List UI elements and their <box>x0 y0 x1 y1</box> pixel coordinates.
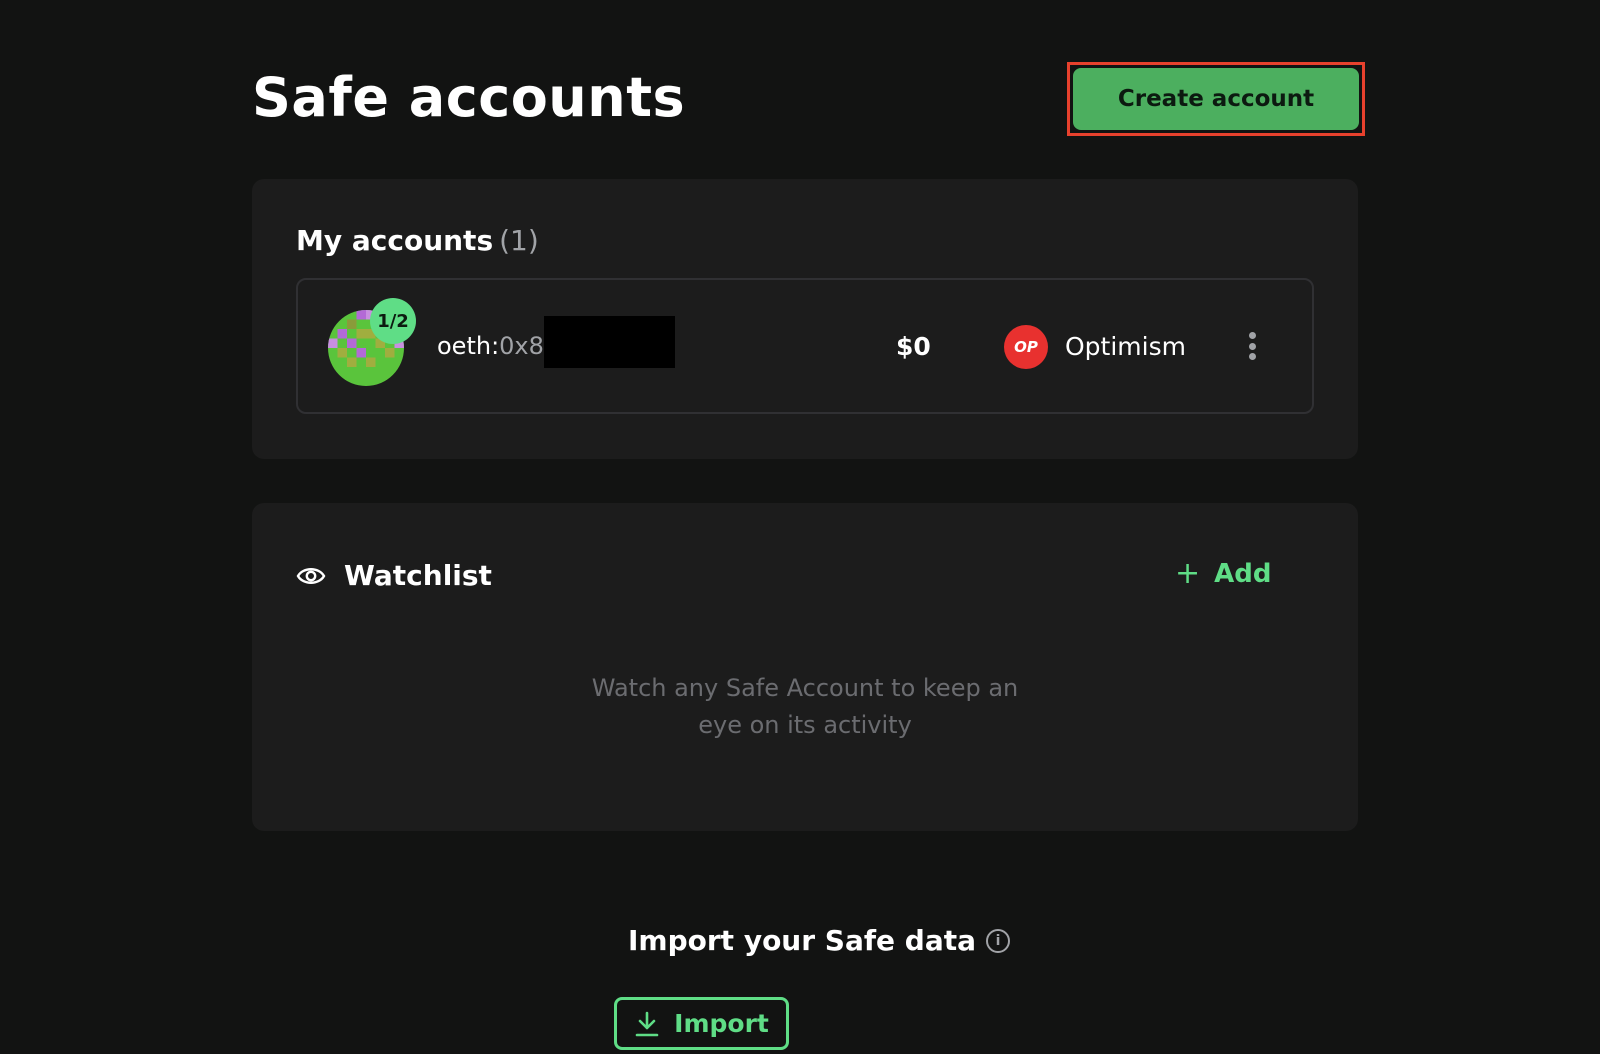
my-accounts-panel: My accounts (1) 1/2 oeth:0x8 $0 OP Optim… <box>252 179 1358 459</box>
plus-icon: + <box>1175 556 1201 591</box>
address-hex: 0x8 <box>499 332 544 360</box>
watchlist-empty-message: Watch any Safe Account to keep an eye on… <box>252 670 1358 744</box>
my-accounts-count: (1) <box>499 224 539 257</box>
address-prefix: oeth: <box>437 332 500 360</box>
eye-icon <box>296 568 326 584</box>
more-options-icon[interactable] <box>1238 328 1266 364</box>
watchlist-panel: Watchlist + Add Watch any Safe Account t… <box>252 503 1358 831</box>
empty-message-line-2: eye on its activity <box>698 711 912 739</box>
import-button-label: Import <box>674 1009 769 1038</box>
account-row[interactable]: 1/2 oeth:0x8 $0 OP Optimism <box>296 278 1314 414</box>
add-watchlist-button[interactable]: + Add <box>1175 556 1272 591</box>
import-title: Import your Safe data <box>628 924 976 957</box>
empty-message-line-1: Watch any Safe Account to keep an <box>591 674 1019 702</box>
import-button[interactable]: Import <box>614 997 789 1050</box>
add-watchlist-label: Add <box>1214 559 1272 589</box>
my-accounts-heading: My accounts (1) <box>296 224 539 257</box>
watchlist-title: Watchlist <box>344 559 492 592</box>
create-account-button[interactable]: Create account <box>1073 68 1359 130</box>
import-heading: Import your Safe data i <box>628 924 1010 957</box>
threshold-badge: 1/2 <box>370 298 416 344</box>
account-balance: $0 <box>896 332 931 361</box>
address-redaction <box>544 316 675 368</box>
page-title: Safe accounts <box>252 66 686 129</box>
account-address: oeth:0x8 <box>437 332 544 360</box>
my-accounts-title: My accounts <box>296 224 494 257</box>
download-icon <box>635 1011 659 1036</box>
optimism-logo-icon: OP <box>1004 325 1048 369</box>
info-icon[interactable]: i <box>986 928 1010 953</box>
chain-name: Optimism <box>1065 332 1186 361</box>
